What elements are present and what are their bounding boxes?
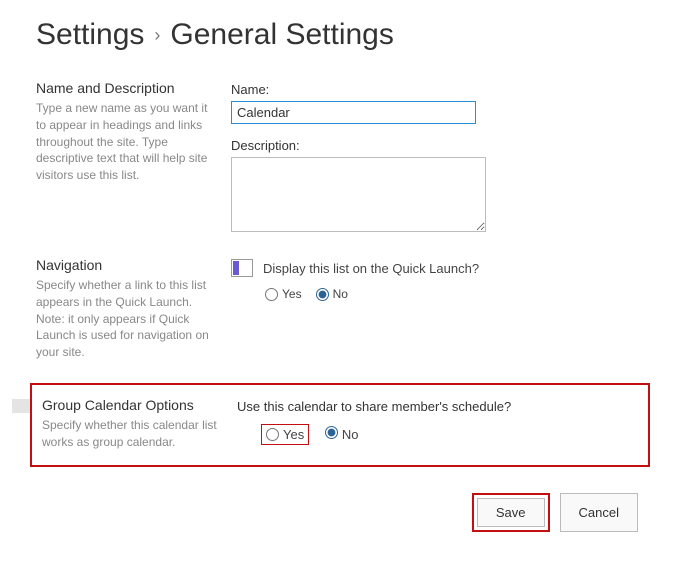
highlight-yes-option: Yes — [261, 424, 309, 445]
group-calendar-question: Use this calendar to share member's sche… — [237, 399, 638, 414]
quick-launch-no-label: No — [333, 287, 348, 301]
section-name-description: Name and Description Type a new name as … — [36, 80, 644, 235]
group-calendar-no-radio[interactable] — [325, 426, 338, 439]
group-calendar-no-label: No — [342, 427, 359, 442]
chevron-right-icon: › — [154, 25, 160, 46]
highlight-save-button: Save — [472, 493, 550, 532]
save-button[interactable]: Save — [477, 498, 545, 527]
section-help: Type a new name as you want it to appear… — [36, 100, 211, 184]
description-textarea[interactable] — [231, 157, 486, 232]
button-row: Save Cancel — [36, 493, 644, 532]
section-heading: Navigation — [36, 257, 211, 273]
section-heading: Name and Description — [36, 80, 211, 96]
quick-launch-yes-label: Yes — [282, 287, 302, 301]
quick-launch-question: Display this list on the Quick Launch? — [263, 261, 479, 276]
name-input[interactable] — [231, 101, 476, 124]
section-help: Specify whether a link to this list appe… — [36, 277, 211, 361]
section-group-calendar: Group Calendar Options Specify whether t… — [42, 397, 638, 451]
cancel-button[interactable]: Cancel — [560, 493, 638, 532]
section-navigation: Navigation Specify whether a link to thi… — [36, 257, 644, 361]
quick-launch-icon — [231, 259, 253, 277]
section-heading: Group Calendar Options — [42, 397, 217, 413]
breadcrumb-parent[interactable]: Settings — [36, 18, 144, 52]
name-label: Name: — [231, 82, 644, 97]
breadcrumb: Settings › General Settings — [36, 18, 644, 52]
group-calendar-yes-radio[interactable] — [266, 428, 279, 441]
group-calendar-yes-label: Yes — [283, 427, 304, 442]
breadcrumb-current: General Settings — [170, 18, 393, 52]
section-help: Specify whether this calendar list works… — [42, 417, 217, 451]
quick-launch-yes-radio[interactable] — [265, 288, 278, 301]
quick-launch-no-radio[interactable] — [316, 288, 329, 301]
highlight-group-calendar: Group Calendar Options Specify whether t… — [30, 383, 650, 467]
description-label: Description: — [231, 138, 644, 153]
